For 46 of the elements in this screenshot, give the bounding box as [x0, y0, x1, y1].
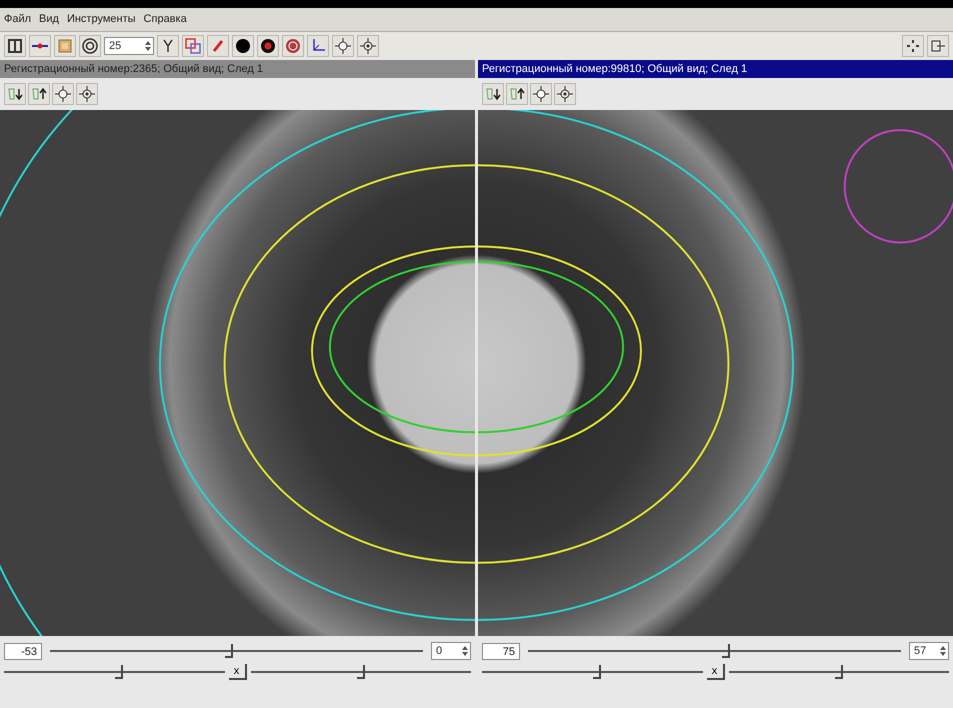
spin-arrows-icon	[461, 644, 469, 658]
fit-view-icon[interactable]	[902, 35, 924, 57]
slider-thumb[interactable]	[114, 665, 123, 679]
slider-thumb[interactable]	[592, 665, 601, 679]
crosshair-icon[interactable]	[530, 83, 552, 105]
axis-marker-icon[interactable]	[29, 35, 51, 57]
spin-arrows-icon	[144, 39, 152, 53]
move-up-icon[interactable]	[506, 83, 528, 105]
reset-button[interactable]: x	[706, 664, 724, 680]
slider-track[interactable]	[250, 665, 471, 679]
menu-item[interactable]: Инструменты	[66, 11, 136, 28]
offset-field[interactable]: 75	[482, 642, 520, 660]
fork-icon[interactable]	[157, 35, 179, 57]
crosshair-icon[interactable]	[332, 35, 354, 57]
menu-item[interactable]: Вид	[39, 11, 59, 28]
menu-item[interactable]: Справка	[144, 11, 187, 28]
slider-thumb[interactable]	[356, 665, 365, 679]
axes-icon[interactable]	[307, 35, 329, 57]
panel-title-bar: Регистрационный номер:2365; Общий вид; След 1	[0, 60, 475, 78]
spin-box[interactable]: 25	[104, 37, 154, 55]
pencil-icon[interactable]	[207, 35, 229, 57]
offset-field[interactable]: -53	[4, 642, 42, 660]
slider-track[interactable]	[50, 644, 423, 658]
spin-box[interactable]: 57	[909, 642, 949, 660]
panel-title-bar: Регистрационный номер:99810; Общий вид; След 1	[478, 60, 953, 78]
target-icon[interactable]	[357, 35, 379, 57]
spin-arrows-icon	[939, 644, 947, 658]
slider-thumb[interactable]	[225, 644, 234, 658]
rings-icon[interactable]	[79, 35, 101, 57]
move-up-icon[interactable]	[28, 83, 50, 105]
slider-track[interactable]	[728, 665, 949, 679]
overlap-squares-icon[interactable]	[182, 35, 204, 57]
slider-track[interactable]	[482, 665, 702, 679]
move-down-icon[interactable]	[482, 83, 504, 105]
slider-track[interactable]	[528, 644, 901, 658]
exit-icon[interactable]	[927, 35, 949, 57]
menu-item[interactable]: Файл	[4, 11, 32, 28]
move-down-icon[interactable]	[4, 83, 26, 105]
target-icon[interactable]	[554, 83, 576, 105]
slider-track[interactable]	[4, 665, 224, 679]
reset-button[interactable]: x	[228, 664, 246, 680]
target-icon[interactable]	[76, 83, 98, 105]
crosshair-icon[interactable]	[52, 83, 74, 105]
spin-box[interactable]: 0	[431, 642, 471, 660]
slider-thumb[interactable]	[834, 665, 843, 679]
slider-thumb[interactable]	[722, 644, 730, 658]
